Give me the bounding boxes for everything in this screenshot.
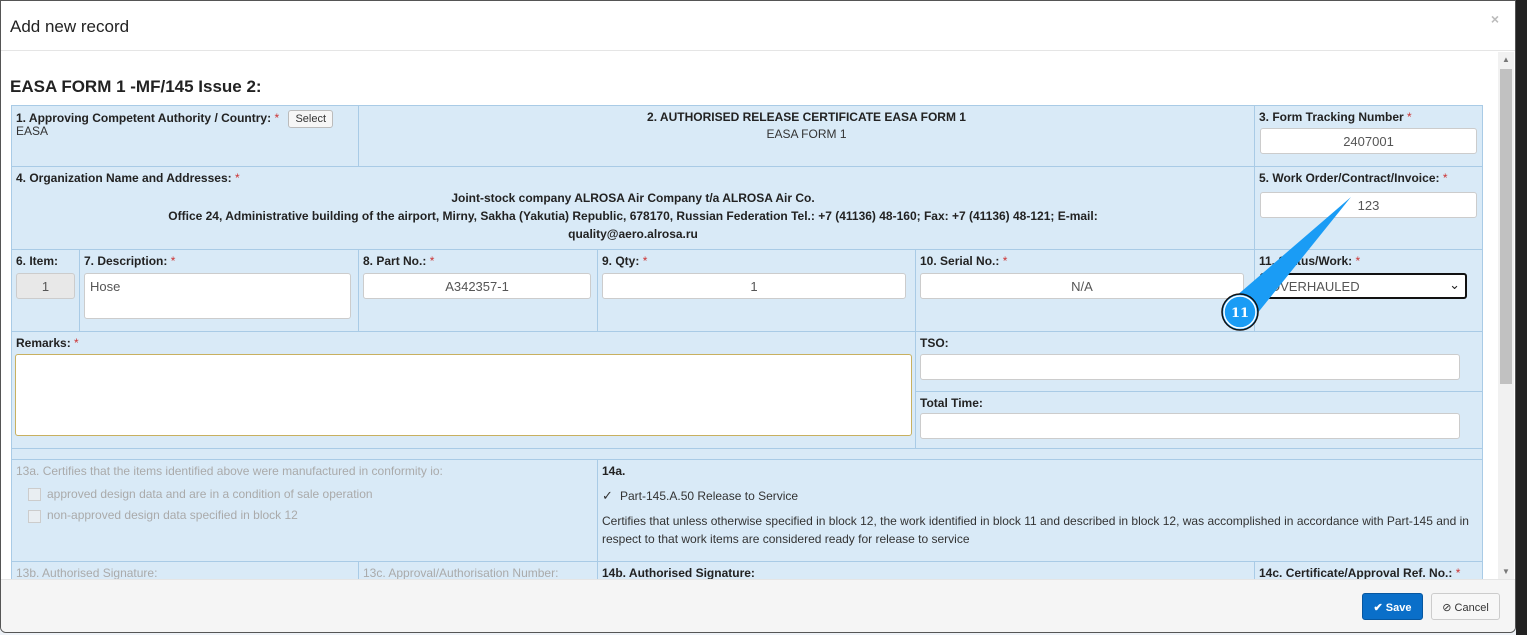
- annotation-number: 11: [1231, 306, 1249, 321]
- step-annotation: 11: [1221, 197, 1351, 331]
